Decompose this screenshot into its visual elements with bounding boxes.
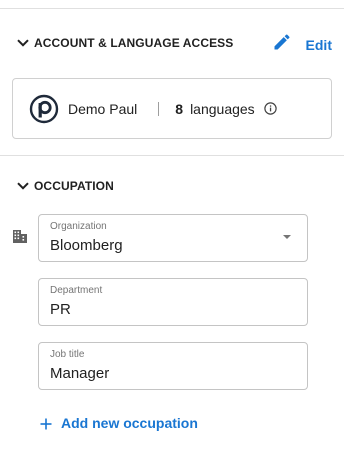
department-label: Department [50, 285, 103, 296]
organization-label: Organization [50, 221, 107, 232]
plus-icon [40, 417, 52, 430]
department-field[interactable]: Department PR [38, 278, 308, 326]
department-value: PR [50, 301, 71, 318]
chevron-down-icon[interactable] [16, 180, 29, 193]
language-count: 8 [175, 100, 184, 117]
info-icon[interactable] [263, 102, 277, 115]
section-divider [0, 155, 344, 156]
edit-button[interactable]: Edit [272, 32, 332, 57]
organization-value: Bloomberg [50, 237, 123, 254]
profile-panel: ACCOUNT & LANGUAGE ACCESS Edit Demo Paul… [0, 0, 344, 449]
job-title-field[interactable]: Job title Manager [38, 342, 308, 390]
chevron-down-icon[interactable] [16, 37, 29, 50]
pencil-icon [272, 32, 292, 57]
separator [158, 101, 160, 116]
language-label: languages [190, 100, 255, 117]
account-card: Demo Paul 8 languages [12, 78, 332, 139]
job-title-label: Job title [50, 349, 85, 360]
add-occupation-label: Add new occupation [61, 415, 198, 431]
job-title-value: Manager [50, 365, 110, 382]
top-divider [0, 8, 344, 9]
edit-label: Edit [305, 36, 332, 53]
account-section-title: ACCOUNT & LANGUAGE ACCESS [34, 36, 234, 50]
building-icon [12, 228, 28, 244]
organization-select[interactable]: Organization Bloomberg [38, 214, 308, 262]
account-section-header[interactable]: ACCOUNT & LANGUAGE ACCESS [16, 33, 233, 53]
add-occupation-button[interactable]: Add new occupation [40, 415, 198, 431]
caret-down-icon[interactable] [283, 235, 291, 239]
brand-logo-icon [29, 94, 59, 124]
account-name: Demo Paul [68, 100, 138, 117]
occupation-section-header[interactable]: OCCUPATION [16, 176, 114, 196]
occupation-section-title: OCCUPATION [34, 179, 114, 193]
